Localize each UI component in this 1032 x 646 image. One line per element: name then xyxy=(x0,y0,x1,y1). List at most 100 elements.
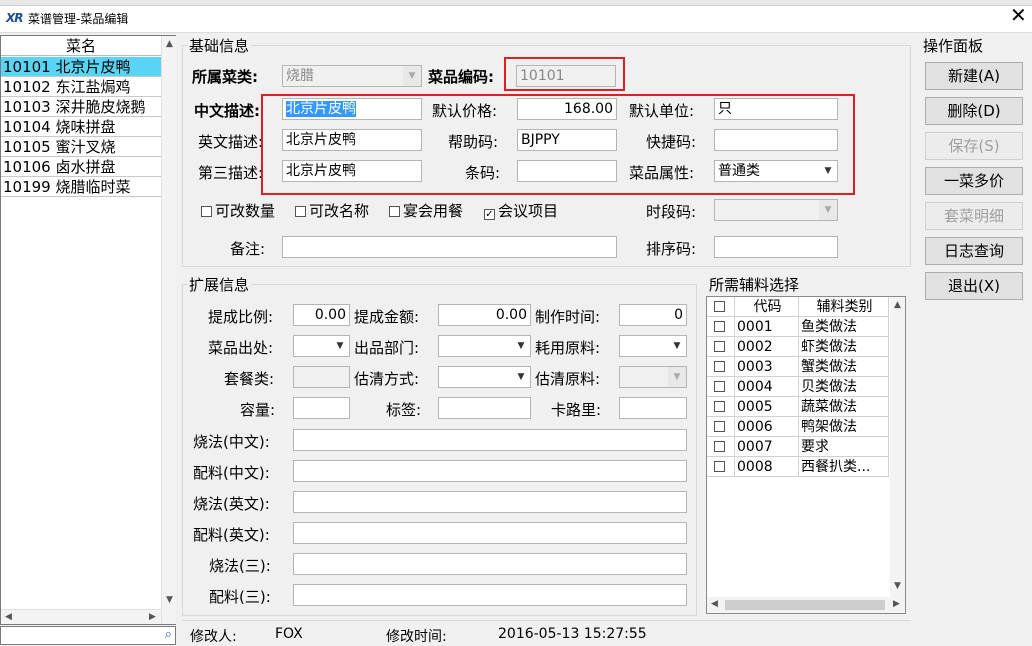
sort-label: 排序码: xyxy=(646,240,697,258)
text-field-input[interactable] xyxy=(293,522,687,544)
text-field-input[interactable] xyxy=(293,553,687,575)
checkbox-icon[interactable] xyxy=(713,461,725,472)
search-icon[interactable]: ⌕ xyxy=(165,627,172,642)
checkbox-icon[interactable] xyxy=(713,341,725,352)
exit-button[interactable]: 退出(X) xyxy=(925,272,1023,300)
checkbox-3[interactable]: ✓ 会议项目 xyxy=(484,200,558,221)
checkbox-icon[interactable] xyxy=(295,206,306,217)
third-desc-label: 第三描述: xyxy=(198,164,264,182)
aux-row-check[interactable] xyxy=(707,437,735,457)
multi-price-button[interactable]: 一菜多价 xyxy=(925,167,1023,195)
basic-info-label: 基础信息 xyxy=(187,35,252,56)
checkbox-icon[interactable] xyxy=(713,381,725,392)
text-field-input[interactable] xyxy=(293,491,687,513)
text-field-label: 烧法(英文): xyxy=(193,495,270,513)
aux-row-check[interactable] xyxy=(707,337,735,357)
material-select[interactable]: ▼ xyxy=(619,335,687,357)
checkbox-2[interactable]: 宴会用餐 xyxy=(389,200,463,221)
dish-list-item[interactable]: 10104 烧味拼盘 xyxy=(1,117,161,137)
checkbox-icon[interactable] xyxy=(713,401,725,412)
aux-scroll-thumb[interactable] xyxy=(725,600,885,610)
category-select[interactable]: 烧腊 ▼ xyxy=(282,65,422,87)
sort-field[interactable] xyxy=(714,236,838,258)
scroll-left-icon[interactable]: ◀ xyxy=(707,597,722,612)
period-select[interactable]: ▼ xyxy=(714,199,838,221)
aux-row-check[interactable] xyxy=(707,317,735,337)
remark-field[interactable] xyxy=(282,236,617,258)
commission-rate-field[interactable]: 0.00 xyxy=(293,304,350,326)
checkbox-icon[interactable] xyxy=(389,206,400,217)
aux-row-code: 0008 xyxy=(735,457,799,477)
dish-list-item[interactable]: 10105 蜜汁叉烧 xyxy=(1,137,161,157)
aux-vscrollbar[interactable]: ▲ ▼ xyxy=(890,297,905,597)
scroll-down-icon[interactable]: ▼ xyxy=(162,593,177,608)
save-button[interactable]: 保存(S) xyxy=(925,132,1023,160)
out-dept-select[interactable]: ▼ xyxy=(438,335,531,357)
aux-row-code: 0006 xyxy=(735,417,799,437)
scroll-right-icon[interactable]: ▶ xyxy=(145,610,160,625)
window-title: 菜谱管理-菜品编辑 xyxy=(28,12,129,26)
calorie-field[interactable] xyxy=(619,397,687,419)
aux-row-check[interactable] xyxy=(707,417,735,437)
scroll-right-icon[interactable]: ▶ xyxy=(889,597,904,612)
checkbox-icon[interactable] xyxy=(713,421,725,432)
set-detail-button[interactable]: 套菜明细 xyxy=(925,202,1023,230)
dish-out-select[interactable]: ▼ xyxy=(293,335,350,357)
aux-grid[interactable]: 代码 辅料类别 0001 鱼类做法 0002 虾类做法 0003 蟹类做法 0004 贝类做法… xyxy=(706,296,906,614)
capacity-field[interactable] xyxy=(293,397,350,419)
dish-list-item[interactable]: 10106 卤水拼盘 xyxy=(1,157,161,177)
scroll-down-icon[interactable]: ▼ xyxy=(890,579,905,594)
aux-row-check[interactable] xyxy=(707,457,735,477)
aux-row-check[interactable] xyxy=(707,357,735,377)
text-field-input[interactable] xyxy=(293,460,687,482)
aux-row-check[interactable] xyxy=(707,377,735,397)
aux-row-code: 0004 xyxy=(735,377,799,397)
dish-search-input[interactable]: ⌕ xyxy=(0,626,176,645)
aux-col-code: 代码 xyxy=(735,297,799,317)
checkbox-0[interactable]: 可改数量 xyxy=(201,200,275,221)
checkbox-icon[interactable] xyxy=(201,206,212,217)
checkbox-icon[interactable]: ✓ xyxy=(484,209,495,220)
delete-button[interactable]: 删除(D) xyxy=(925,97,1023,125)
checkbox-icon[interactable] xyxy=(713,301,725,312)
calorie-label: 卡路里: xyxy=(551,401,602,419)
annotation-box-code xyxy=(504,57,625,91)
commission-amount-field[interactable]: 0.00 xyxy=(438,304,531,326)
scroll-up-icon[interactable]: ▲ xyxy=(890,298,905,313)
estimate-select[interactable]: ▼ xyxy=(438,366,531,388)
dish-list-item[interactable]: 10199 烧腊临时菜 xyxy=(1,177,161,197)
checkbox-1[interactable]: 可改名称 xyxy=(295,200,369,221)
checkbox-icon[interactable] xyxy=(713,361,725,372)
estimate-material-select[interactable]: ▼ xyxy=(619,366,687,388)
dish-list-item[interactable]: 10101 北京片皮鸭 xyxy=(1,57,161,77)
log-query-button[interactable]: 日志查询 xyxy=(925,237,1023,265)
modifier-value: FOX xyxy=(275,626,303,642)
scroll-left-icon[interactable]: ◀ xyxy=(1,610,16,625)
dish-list-hscrollbar[interactable]: ◀ ▶ xyxy=(1,609,161,624)
aux-hscrollbar[interactable]: ◀ ▶ xyxy=(707,597,905,613)
text-field-label: 配料(中文): xyxy=(193,464,270,482)
dish-list-scrollbar[interactable]: ▲ ▼ xyxy=(161,36,176,624)
aux-row-type: 虾类做法 xyxy=(799,337,889,357)
dish-code-label: 菜品编码: xyxy=(428,68,494,86)
text-field-input[interactable] xyxy=(293,429,687,451)
aux-row-check[interactable] xyxy=(707,397,735,417)
aux-col-type: 辅料类别 xyxy=(799,297,889,317)
make-time-field[interactable]: 0 xyxy=(619,304,687,326)
tag-field[interactable] xyxy=(438,397,531,419)
checkbox-icon[interactable] xyxy=(713,441,725,452)
scroll-up-icon[interactable]: ▲ xyxy=(162,37,177,52)
dish-list-item[interactable]: 10103 深井脆皮烧鹅 xyxy=(1,97,161,117)
dish-out-label: 菜品出处: xyxy=(208,339,274,357)
dish-list[interactable]: 菜名 10101 北京片皮鸭 10102 东江盐焗鸡 10103 深井脆皮烧鹅 101… xyxy=(0,35,176,625)
set-field[interactable] xyxy=(293,366,350,388)
new-button[interactable]: 新建(A) xyxy=(925,62,1023,90)
text-field-input[interactable] xyxy=(293,584,687,606)
aux-row-code: 0001 xyxy=(735,317,799,337)
checkbox-label: 宴会用餐 xyxy=(403,202,464,220)
annotation-box-desc xyxy=(261,94,855,195)
close-icon[interactable]: ✕ xyxy=(1010,5,1027,25)
dish-list-item[interactable]: 10102 东江盐焗鸡 xyxy=(1,77,161,97)
aux-select-all[interactable] xyxy=(707,297,735,317)
checkbox-icon[interactable] xyxy=(713,321,725,332)
